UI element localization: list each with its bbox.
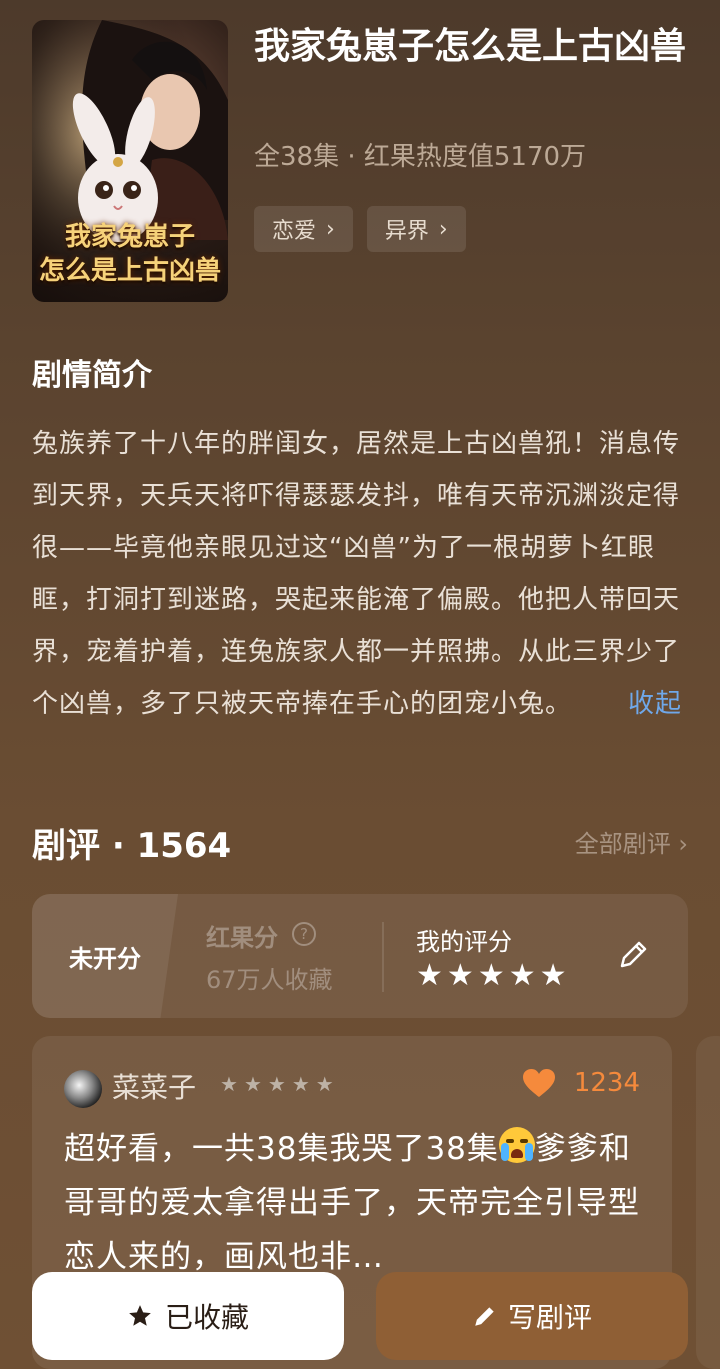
write-review-button[interactable]: 写剧评 <box>376 1272 688 1360</box>
crying-face-icon <box>498 1127 535 1163</box>
cover-title-line1: 我家兔崽子 <box>64 222 195 252</box>
write-review-label: 写剧评 <box>507 1301 592 1334</box>
heart-icon <box>522 1069 555 1097</box>
star-icon[interactable]: ★ <box>447 960 474 992</box>
unrated-badge: 未开分 <box>32 894 178 1018</box>
drama-title: 我家兔崽子怎么是上古凶兽 <box>254 26 687 67</box>
my-rating-stars[interactable]: ★ ★ ★ ★ ★ <box>416 960 567 992</box>
drama-header: 我家兔崽子 怎么是上古凶兽 我家兔崽子怎么是上古凶兽 全38集 · 红果热度值5… <box>32 20 688 302</box>
all-reviews-label: 全部剧评 <box>574 830 671 858</box>
cover-image[interactable]: 我家兔崽子 怎么是上古凶兽 <box>32 20 228 302</box>
favorite-button[interactable]: 已收藏 <box>32 1272 344 1360</box>
star-filled-icon <box>129 1305 151 1326</box>
question-icon[interactable]: ? <box>292 922 316 946</box>
score-label: 红果分 <box>206 924 278 952</box>
divider <box>382 922 384 992</box>
review-text: 超好看，一共38集我哭了38集 爹爹和哥哥的爱太拿得出手了，天帝完全引导型恋人来的… <box>64 1122 648 1284</box>
tag-label: 异界 <box>384 219 429 244</box>
tag-romance[interactable]: 恋爱 › <box>254 206 353 252</box>
star-icon: ★ <box>220 1072 238 1096</box>
reviews-heading: 剧评 · 1564 <box>32 826 232 866</box>
star-icon: ★ <box>315 1072 334 1096</box>
all-reviews-link[interactable]: 全部剧评 › <box>575 824 688 859</box>
star-icon: ★ <box>291 1072 310 1096</box>
next-review-card[interactable] <box>696 1036 720 1369</box>
chevron-right-icon: › <box>678 830 688 858</box>
star-icon: ★ <box>243 1072 262 1096</box>
star-icon[interactable]: ★ <box>478 960 505 992</box>
review-text-part1: 超好看，一共38集我哭了38集 <box>64 1131 499 1167</box>
cover-title: 我家兔崽子 怎么是上古凶兽 <box>32 220 228 288</box>
avatar[interactable] <box>64 1070 102 1108</box>
reviews-header: 剧评 · 1564 全部剧评 › <box>32 812 688 866</box>
favorite-button-label: 已收藏 <box>164 1301 249 1334</box>
star-icon: ★ <box>267 1072 286 1096</box>
synopsis-text: 兔族养了十八年的胖闺女，居然是上古凶兽犼！消息传到天界，天兵天将吓得瑟瑟发抖，唯… <box>32 429 681 719</box>
pencil-icon[interactable] <box>616 938 650 972</box>
like-button[interactable]: 1234 <box>522 1068 640 1098</box>
pencil-icon <box>475 1307 494 1326</box>
chevron-right-icon: › <box>438 216 448 242</box>
synopsis-heading: 剧情简介 <box>32 358 152 393</box>
review-username[interactable]: 菜菜子 <box>112 1066 196 1106</box>
star-icon[interactable]: ★ <box>540 960 567 992</box>
favorites-count: 67万人收藏 <box>206 966 333 994</box>
tag-list: 恋爱 › 异界 › <box>254 206 466 252</box>
tag-label: 恋爱 <box>272 219 317 244</box>
rating-card: 未开分 红果分 ? 67万人收藏 我的评分 ★ ★ ★ ★ ★ <box>32 894 688 1018</box>
star-icon[interactable]: ★ <box>416 960 443 992</box>
my-score-label: 我的评分 <box>416 928 512 956</box>
chevron-right-icon: › <box>326 216 335 242</box>
drama-meta: 全38集 · 红果热度值5170万 <box>254 142 587 172</box>
cover-title-line2: 怎么是上古凶兽 <box>38 256 221 286</box>
star-icon[interactable]: ★ <box>509 960 536 992</box>
bottom-action-bar: 已收藏 写剧评 <box>32 1272 688 1360</box>
collapse-link[interactable]: 收起 <box>628 678 682 730</box>
synopsis-text-block: 兔族养了十八年的胖闺女，居然是上古凶兽犼！消息传到天界，天兵天将吓得瑟瑟发抖，唯… <box>32 418 682 730</box>
tag-otherworld[interactable]: 异界 › <box>366 206 466 252</box>
review-stars: ★ ★ ★ ★ ★ <box>220 1072 334 1096</box>
like-count: 1234 <box>573 1068 640 1098</box>
